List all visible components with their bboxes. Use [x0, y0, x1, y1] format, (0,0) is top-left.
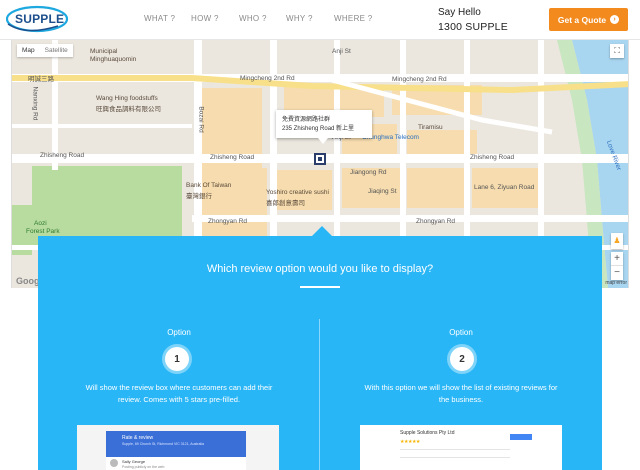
- map-label: Bank Of Taiwan: [186, 182, 232, 189]
- map-label: Jiangong Rd: [350, 169, 387, 176]
- say-hello-text: Say Hello: [438, 7, 481, 18]
- preview-title: Rate & review: [122, 435, 154, 441]
- preview-write-review-button: [510, 434, 532, 440]
- map-type-map[interactable]: Map: [17, 44, 40, 57]
- map-label: Tiramisu: [418, 124, 443, 131]
- review-option-panel: Which review option would you like to di…: [38, 236, 602, 470]
- map-label: Nanxing Rd: [31, 86, 39, 121]
- map-label: 明誠三路: [28, 76, 54, 83]
- panel-notch: [312, 226, 332, 236]
- zoom-out-button[interactable]: −: [611, 266, 623, 280]
- option-2[interactable]: Option 2 With this option we will show t…: [320, 236, 602, 470]
- get-a-quote-label: Get a Quote: [557, 14, 607, 25]
- preview-header: Rate & review Supple, 69 Church St, Rich…: [106, 431, 246, 457]
- fullscreen-icon[interactable]: ⛶: [610, 44, 624, 58]
- map-label: Forest Park: [26, 228, 60, 235]
- option-description: With this option we will show the list o…: [364, 383, 558, 404]
- map-label: 旺興食品調料有限公司: [96, 106, 161, 113]
- nav-who[interactable]: WHO ?: [239, 14, 286, 23]
- info-window-tail: [318, 138, 328, 144]
- map-label: Yoshiro creative sushi: [266, 189, 329, 196]
- map-label: Zhisheng Road: [210, 154, 255, 161]
- review-box-preview: Rate & review Supple, 69 Church St, Rich…: [77, 425, 279, 470]
- option-label: Option: [449, 328, 473, 337]
- preview-stars: ★★★★★: [400, 439, 420, 445]
- logo-text: SUPPLE: [15, 12, 65, 26]
- preview-posting: Posting publicly on the web: [122, 465, 165, 469]
- map-label: Zhisheng Road: [470, 154, 515, 161]
- preview-divider: [400, 449, 510, 450]
- option-number-badge: 2: [450, 347, 474, 371]
- map-label: Municipal: [90, 48, 118, 55]
- option-1[interactable]: Option 1 Will show the review box where …: [38, 236, 320, 470]
- map-label: 喜郎創意壽司: [266, 200, 305, 207]
- map-label: Zhisheng Road: [40, 152, 85, 159]
- location-marker-icon[interactable]: [314, 153, 326, 165]
- map-label: Aozi: [34, 220, 47, 227]
- map-label: Mingcheng 2nd Rd: [392, 76, 447, 83]
- map-type-satellite[interactable]: Satellite: [40, 44, 73, 57]
- nav-how[interactable]: HOW ?: [191, 14, 239, 23]
- map-label: Wang Hing foodstuffs: [96, 95, 158, 102]
- info-window: 免費資源網路社群 235 Zhisheng Road 新上里: [276, 110, 372, 138]
- info-title: 免費資源網路社群: [282, 117, 331, 123]
- review-list-preview: Supple Solutions Pty Ltd ★★★★★: [360, 425, 562, 470]
- map-label: Anji St: [332, 48, 351, 55]
- map-label: Mingcheng 2nd Rd: [240, 75, 295, 82]
- site-header: SUPPLE WHAT ? HOW ? WHO ? WHY ? WHERE ? …: [0, 0, 640, 40]
- nav-what[interactable]: WHAT ?: [144, 14, 191, 23]
- option-description: Will show the review box where customers…: [85, 383, 273, 404]
- arrow-right-icon: ›: [610, 15, 620, 24]
- map-label: Jiaqing St: [368, 188, 397, 195]
- option-label: Option: [167, 328, 191, 337]
- map-error-link[interactable]: map error: [605, 280, 627, 286]
- get-a-quote-button[interactable]: Get a Quote ›: [549, 8, 628, 31]
- zoom-in-button[interactable]: +: [611, 252, 623, 266]
- option-number-badge: 1: [165, 347, 189, 371]
- info-address: 235 Zhisheng Road 新上里: [282, 126, 355, 132]
- map-label: Bozai Rd: [197, 106, 205, 133]
- main-nav: WHAT ? HOW ? WHO ? WHY ? WHERE ?: [144, 14, 373, 23]
- map-label: Zhongyan Rd: [208, 218, 248, 225]
- preview-body: Sally George Posting publicly on the web: [106, 457, 246, 470]
- supple-logo[interactable]: SUPPLE: [6, 4, 70, 34]
- map-label: 臺灣銀行: [186, 193, 212, 200]
- preview-subtitle: Supple, 69 Church St, Richmond VIC 3121,…: [122, 442, 204, 446]
- nav-where[interactable]: WHERE ?: [334, 14, 373, 23]
- map-label: Zhongyan Rd: [416, 218, 456, 225]
- pegman-icon[interactable]: ♟: [611, 233, 623, 249]
- phone-number[interactable]: 1300 SUPPLE: [438, 21, 508, 33]
- preview-divider: [400, 457, 510, 458]
- preview-reviewer: Sally George: [122, 459, 146, 464]
- nav-why[interactable]: WHY ?: [286, 14, 334, 23]
- avatar: [110, 459, 118, 467]
- map-type-control: Map Satellite: [17, 44, 73, 57]
- map-label: Lane 6, Ziyuan Road: [474, 184, 535, 191]
- preview-business-name: Supple Solutions Pty Ltd: [400, 430, 455, 436]
- map-label: Minghuaquomin: [90, 56, 137, 63]
- zoom-control: + −: [611, 252, 623, 280]
